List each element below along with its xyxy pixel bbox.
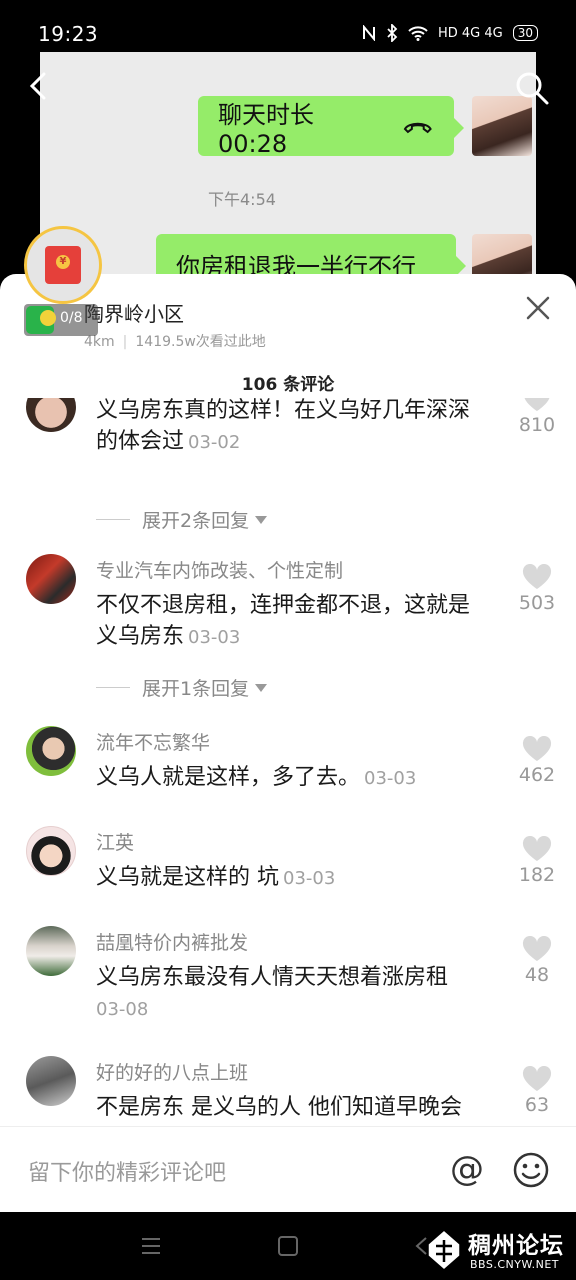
expand-replies-button[interactable]: 展开1条回复 (96, 674, 268, 701)
watermark-logo-icon (427, 1229, 461, 1271)
like-button[interactable]: 503 (515, 564, 559, 614)
comment-username[interactable]: 流年不忘繁华 (96, 728, 210, 755)
wifi-icon (408, 26, 428, 41)
comment-text: 不仅不退房租，连押金都不退，这就是义乌房东 03-03 (96, 593, 471, 649)
battery-icon: 30 (512, 25, 538, 41)
red-envelope-seal: ¥ (56, 255, 70, 269)
mention-at-icon[interactable]: @ (450, 1149, 484, 1189)
comment-username[interactable]: 喆凰特价内裤批发 (96, 928, 248, 955)
comment-text: 义乌房东最没有人情天天想着涨房租 03-08 (96, 965, 449, 1020)
heart-icon (522, 836, 552, 861)
search-icon[interactable] (514, 70, 550, 106)
bluetooth-icon (387, 24, 398, 42)
location-distance: 4km (84, 334, 115, 350)
comment-date: 03-03 (364, 768, 417, 789)
comment-list[interactable]: 义乌房东真的这样！在义乌好几年深深的体会过 03-02 810 展开2条回复 专业… (0, 398, 576, 1124)
like-count: 182 (518, 864, 556, 886)
comment-text: 不是房东 是义乌的人 他们知道早晚会 (96, 1095, 462, 1120)
comment-text: 义乌人就是这样，多了去。 03-03 (96, 765, 417, 790)
home-icon[interactable] (278, 1236, 298, 1256)
comment-username[interactable]: 好的好的八点上班 (96, 1058, 248, 1085)
comment-date: 03-08 (96, 999, 149, 1020)
red-packet-progress[interactable]: 0/8 (24, 304, 98, 336)
like-button[interactable]: 48 (515, 936, 559, 986)
heart-icon (522, 398, 552, 412)
chat-bubble-call-text: 聊天时长 00:28 (218, 100, 314, 158)
comment-text: 义乌就是这样的 坑 03-03 (96, 865, 336, 890)
like-button[interactable]: 462 (515, 736, 559, 786)
avatar[interactable] (26, 826, 76, 876)
recent-apps-icon[interactable] (140, 1236, 162, 1256)
caret-down-icon (255, 515, 268, 524)
status-bar: 19:23 HD 4G 4G 30 (0, 0, 576, 66)
caret-down-icon (255, 683, 268, 692)
comment-input-bar: 留下你的精彩评论吧 @ (0, 1126, 576, 1212)
location-name: 陶界岭小区 (84, 302, 184, 326)
heart-icon (522, 936, 552, 961)
comment-count: 106 条评论 (241, 375, 335, 395)
location-views: 1419.5w次看过此地 (135, 334, 266, 350)
comment-date: 03-02 (188, 432, 241, 453)
location-info[interactable]: 陶界岭小区 4km | 1419.5w次看过此地 (84, 298, 266, 351)
comment-date: 03-03 (283, 868, 336, 889)
red-packet-widget[interactable]: ¥ (24, 226, 102, 304)
like-count: 503 (518, 592, 556, 614)
comment-username[interactable]: 江英 (96, 828, 134, 855)
emoji-icon[interactable] (512, 1151, 550, 1189)
nfc-icon (362, 25, 375, 41)
avatar[interactable] (26, 398, 76, 432)
heart-icon (522, 1066, 552, 1091)
heart-icon (522, 564, 552, 589)
like-count: 48 (524, 964, 550, 986)
status-time: 19:23 (38, 22, 99, 46)
watermark-url: BBS.CNYW.NET (470, 1258, 560, 1271)
like-count: 810 (518, 414, 556, 436)
phone-hangup-icon (404, 122, 433, 134)
comment-text: 义乌房东真的这样！在义乌好几年深深的体会过 03-02 (96, 398, 471, 454)
comment-username[interactable]: 专业汽车内饰改装、个性定制 (96, 556, 343, 583)
red-packet-progress-text: 0/8 (60, 310, 83, 326)
heart-icon (522, 736, 552, 761)
avatar[interactable] (26, 926, 76, 976)
comment-date: 03-03 (188, 627, 241, 648)
chat-timestamp: 下午4:54 (208, 190, 276, 209)
avatar[interactable] (26, 726, 76, 776)
avatar[interactable] (26, 554, 76, 604)
video-frame[interactable]: 聊天时长 00:28 下午4:54 你房租退我一半行不行 (40, 52, 536, 302)
network-label: HD 4G 4G (437, 25, 503, 41)
chat-bubble-call: 聊天时长 00:28 (198, 96, 464, 158)
like-button[interactable]: 182 (515, 836, 559, 886)
watermark-title: 稠州论坛 (468, 1233, 564, 1259)
expand-replies-button[interactable]: 展开2条回复 (96, 506, 268, 533)
back-arrow-icon[interactable] (28, 72, 48, 100)
like-button[interactable]: 63 (515, 1066, 559, 1116)
watermark: 稠州论坛 BBS.CNYW.NET (420, 1226, 576, 1276)
location-meta: 4km | 1419.5w次看过此地 (84, 334, 266, 350)
red-envelope-icon: ¥ (45, 246, 81, 284)
comment-input[interactable]: 留下你的精彩评论吧 (28, 1155, 226, 1187)
like-count: 462 (518, 764, 556, 786)
comment-panel: 陶界岭小区 4km | 1419.5w次看过此地 106 条评论 义乌房东真的这样！… (0, 274, 576, 1212)
screen: 19:23 HD 4G 4G 30 聊天时长 00:28 下午4:54 你房租退… (0, 0, 576, 1280)
avatar[interactable] (26, 1056, 76, 1106)
coin-icon (40, 310, 56, 326)
like-button[interactable]: 810 (515, 398, 559, 436)
status-icons: HD 4G 4G 30 (362, 24, 538, 42)
close-icon[interactable] (524, 294, 552, 322)
like-count: 63 (524, 1094, 550, 1116)
